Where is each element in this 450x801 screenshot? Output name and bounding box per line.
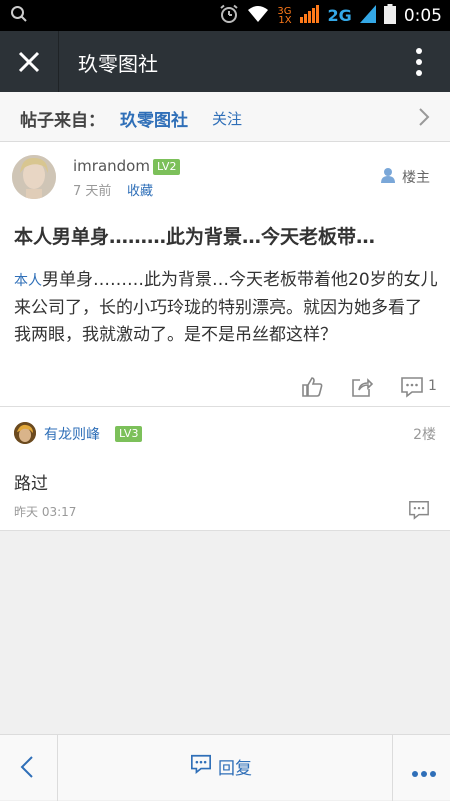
reply-button-label: 回复 (218, 754, 252, 779)
bottom-divider-right (392, 735, 393, 801)
signal-icon-2 (360, 5, 376, 27)
clock: 0:05 (404, 6, 442, 26)
post-content-tag: 本人 (14, 273, 42, 289)
bottom-bar: 回复 (0, 734, 450, 800)
status-bar: 3G 1X 2G 0:05 (0, 0, 450, 31)
more-horizontal-icon[interactable] (412, 763, 436, 771)
alarm-icon (219, 4, 239, 28)
reply-level-badge: LV3 (115, 426, 142, 442)
avatar[interactable] (12, 155, 56, 199)
follow-button[interactable]: 关注 (212, 108, 242, 129)
back-icon[interactable] (18, 755, 36, 779)
network-type-small: 3G 1X (277, 7, 291, 25)
reply-avatar[interactable] (14, 422, 36, 444)
battery-icon (384, 4, 396, 28)
title-bar: 玖零图社 (0, 31, 450, 92)
chevron-right-icon (418, 108, 430, 126)
thumbs-up-icon[interactable] (300, 375, 324, 403)
title-divider (58, 31, 59, 92)
post-content-text: 男单身………此为背景…今天老板带着他20岁的女儿来公司了，长的小巧玲珑的特别漂亮… (14, 270, 438, 345)
post-title: 本人男单身………此为背景…今天老板带… (14, 222, 438, 249)
comment-icon[interactable] (400, 375, 424, 403)
network-type: 2G (328, 6, 352, 25)
comment-count: 1 (428, 378, 437, 394)
close-icon[interactable] (16, 49, 42, 75)
post-content: 本人男单身………此为背景…今天老板带着他20岁的女儿来公司了，长的小巧玲珑的特别… (14, 267, 438, 349)
reply-comment-icon[interactable] (408, 499, 430, 525)
post-source-row[interactable]: 帖子来自： 玖零图社 关注 (0, 92, 450, 142)
favorite-button[interactable]: 收藏 (127, 180, 153, 199)
louzhu-label: 楼主 (402, 167, 430, 187)
louzhu-badge: 楼主 (380, 167, 430, 187)
source-label: 帖子来自： (20, 106, 105, 131)
wifi-icon (247, 5, 269, 27)
page-title: 玖零图社 (78, 48, 158, 77)
level-badge: LV2 (153, 159, 180, 175)
reply-author-name[interactable]: 有龙则峰 (44, 424, 100, 444)
search-icon (10, 5, 28, 27)
source-forum-link[interactable]: 玖零图社 (120, 106, 188, 131)
user-icon (380, 167, 396, 187)
more-vertical-icon[interactable] (416, 47, 422, 77)
bottom-divider-left (57, 735, 58, 801)
signal-icon (300, 5, 320, 27)
post-time: 7 天前 (73, 180, 111, 199)
reply-item: 有龙则峰 LV3 2楼 路过 昨天 03:17 (0, 407, 450, 531)
reply-button[interactable]: 回复 (190, 753, 252, 780)
reply-text: 路过 (14, 469, 48, 494)
floor-number: 2楼 (413, 424, 436, 444)
reply-icon (190, 753, 212, 780)
main-post: imrandom LV2 7 天前 收藏 楼主 本人男单身………此为背景…今天老… (0, 142, 450, 407)
post-author-name[interactable]: imrandom (73, 157, 150, 175)
reply-time: 昨天 03:17 (14, 503, 76, 520)
share-icon[interactable] (350, 375, 374, 403)
